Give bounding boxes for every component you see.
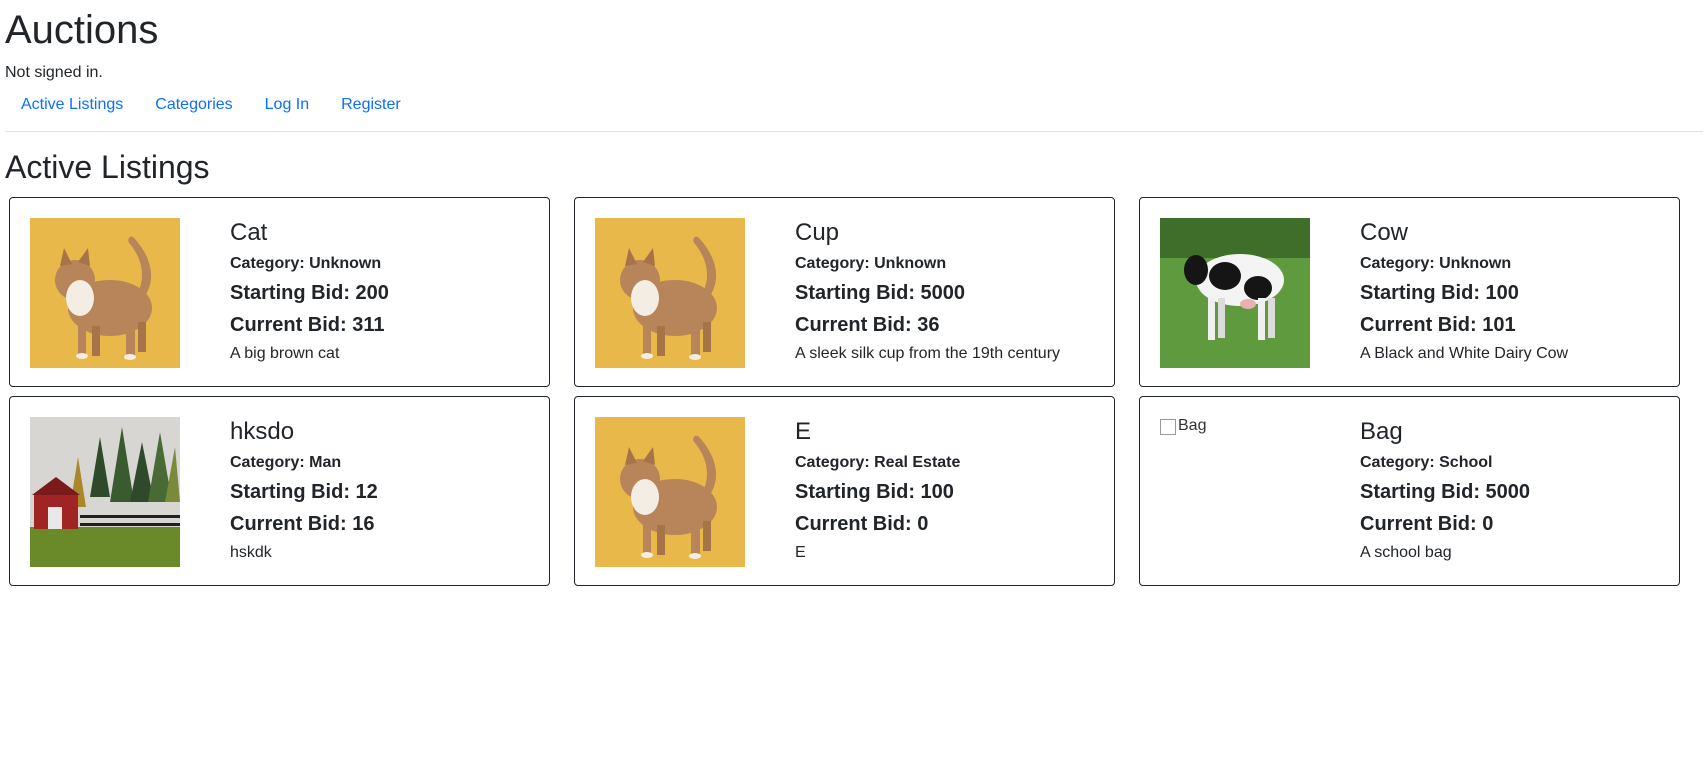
listing-starting-bid: Starting Bid: 200 <box>230 282 389 304</box>
signin-status: Not signed in. <box>5 64 103 81</box>
listing-info: E Category: Real Estate Starting Bid: 10… <box>795 417 960 585</box>
listing-current-bid: Current Bid: 0 <box>795 513 929 535</box>
nav-categories[interactable]: Categories <box>139 95 248 115</box>
listing-title[interactable]: Cow <box>1360 218 1568 248</box>
broken-image-placeholder <box>1160 419 1176 435</box>
listing-card[interactable]: Bag Bag Category: School Starting Bid: 5… <box>1139 396 1680 586</box>
listing-info: hksdo Category: Man Starting Bid: 12 Cur… <box>230 417 378 585</box>
page: Auctions Not signed in. Active Listings … <box>0 0 1708 586</box>
site-title: Auctions <box>5 8 159 52</box>
listing-description: A school bag <box>1360 544 1452 561</box>
broken-image-icon: Bag <box>1160 417 1310 567</box>
listing-card[interactable]: Cup Category: Unknown Starting Bid: 5000… <box>574 197 1115 387</box>
listing-starting-bid: Starting Bid: 12 <box>230 481 378 503</box>
image-alt-text: Bag <box>1178 417 1207 434</box>
listing-starting-bid: Starting Bid: 100 <box>1360 282 1519 304</box>
listing-category: Category: Real Estate <box>795 454 961 471</box>
listing-current-bid: Current Bid: 16 <box>230 513 375 535</box>
listing-starting-bid: Starting Bid: 100 <box>795 481 954 503</box>
barn-photo <box>30 417 180 567</box>
listing-info: Bag Category: School Starting Bid: 5000 … <box>1360 417 1530 585</box>
listing-current-bid: Current Bid: 311 <box>230 314 385 336</box>
listing-info: Cat Category: Unknown Starting Bid: 200 … <box>230 218 389 386</box>
listing-description: hskdk <box>230 544 272 561</box>
listing-card[interactable]: E Category: Real Estate Starting Bid: 10… <box>574 396 1115 586</box>
listing-title[interactable]: Cup <box>795 218 1060 248</box>
listing-info: Cup Category: Unknown Starting Bid: 5000… <box>795 218 1060 386</box>
listing-description: E <box>795 544 806 561</box>
cat-photo <box>595 218 745 368</box>
listing-starting-bid: Starting Bid: 5000 <box>795 282 966 304</box>
listing-description: A big brown cat <box>230 345 340 362</box>
nav-log-in[interactable]: Log In <box>249 95 325 115</box>
nav-active-listings[interactable]: Active Listings <box>5 95 139 115</box>
listing-title[interactable]: Cat <box>230 218 389 248</box>
listing-category: Category: School <box>1360 454 1493 471</box>
listing-description: A Black and White Dairy Cow <box>1360 345 1569 362</box>
cat-photo <box>595 417 745 567</box>
listing-current-bid: Current Bid: 36 <box>795 314 940 336</box>
listing-category: Category: Unknown <box>795 255 947 272</box>
listing-category: Category: Man <box>230 454 342 471</box>
listing-card[interactable]: Cat Category: Unknown Starting Bid: 200 … <box>9 197 550 387</box>
listing-current-bid: Current Bid: 101 <box>1360 314 1516 336</box>
cow-photo <box>1160 218 1310 368</box>
section-title: Active Listings <box>5 149 210 185</box>
main-nav: Active Listings Categories Log In Regist… <box>5 95 1703 115</box>
listing-description: A sleek silk cup from the 19th century <box>795 345 1061 362</box>
listing-category: Category: Unknown <box>1360 255 1512 272</box>
listing-category: Category: Unknown <box>230 255 382 272</box>
listing-starting-bid: Starting Bid: 5000 <box>1360 481 1531 503</box>
listing-info: Cow Category: Unknown Starting Bid: 100 … <box>1360 218 1568 386</box>
listing-title[interactable]: Bag <box>1360 417 1530 447</box>
listing-card[interactable]: hksdo Category: Man Starting Bid: 12 Cur… <box>9 396 550 586</box>
listing-card[interactable]: Cow Category: Unknown Starting Bid: 100 … <box>1139 197 1680 387</box>
listings-grid: Cat Category: Unknown Starting Bid: 200 … <box>5 197 1703 586</box>
nav-register[interactable]: Register <box>325 95 417 115</box>
listing-current-bid: Current Bid: 0 <box>1360 513 1494 535</box>
cat-photo <box>30 218 180 368</box>
listing-title[interactable]: E <box>795 417 960 447</box>
listing-title[interactable]: hksdo <box>230 417 378 447</box>
